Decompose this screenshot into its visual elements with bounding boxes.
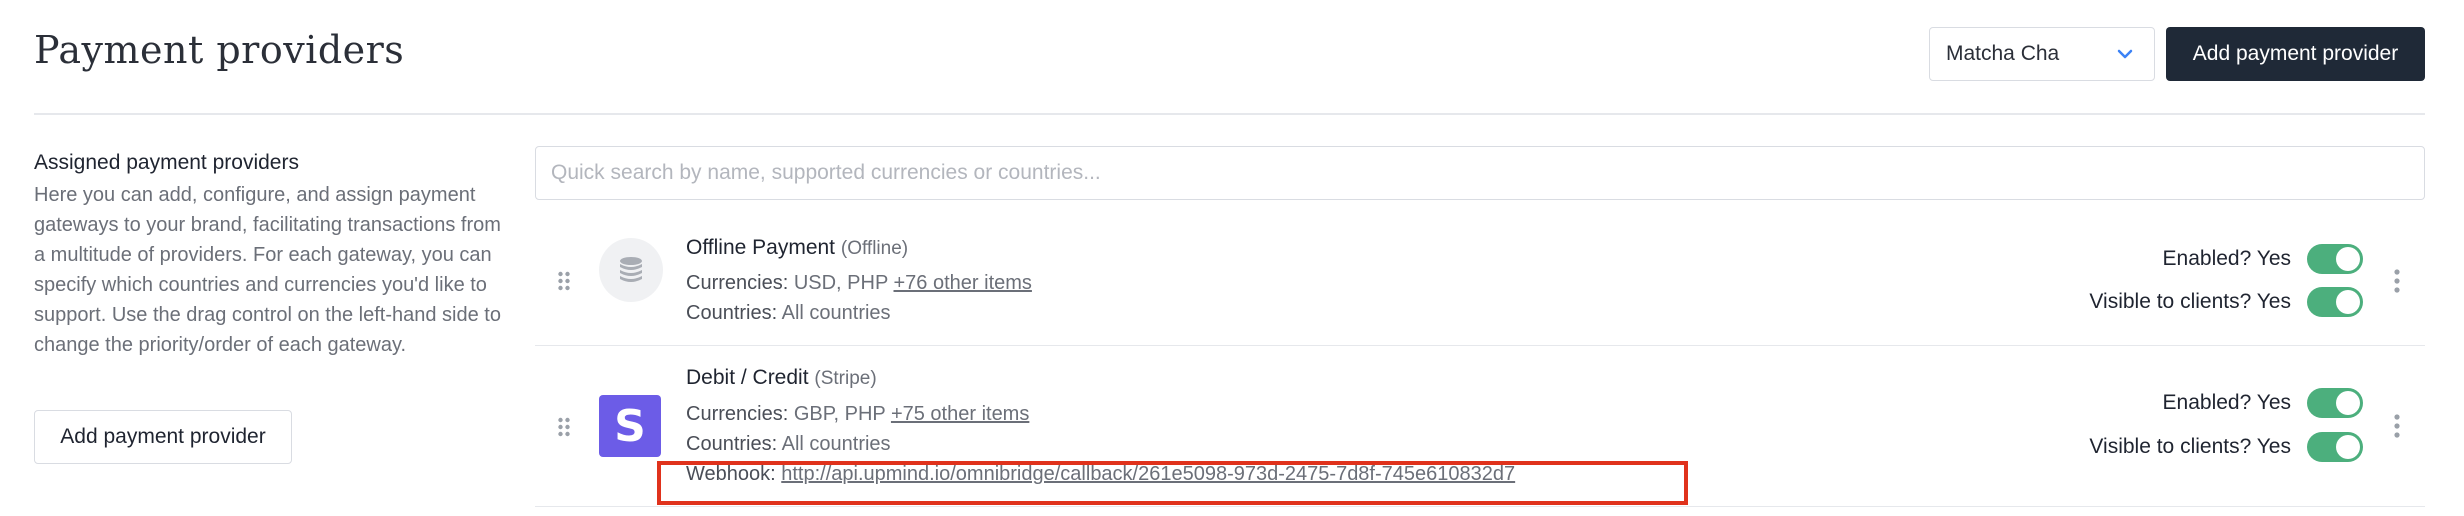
currencies-more-link[interactable]: +76 other items <box>894 272 1032 294</box>
countries-label: Countries: <box>686 433 778 455</box>
visible-toggle[interactable] <box>2307 287 2363 317</box>
more-options-icon[interactable] <box>2393 413 2401 439</box>
coins-icon-glyph <box>620 257 642 282</box>
currencies-more-link[interactable]: +75 other items <box>891 403 1029 425</box>
provider-type: (Stripe) <box>814 368 877 389</box>
add-payment-provider-button[interactable]: Add payment provider <box>2166 27 2425 81</box>
provider-currencies: Currencies: USD, PHP +76 other items <box>686 272 1032 295</box>
provider-name-text: Offline Payment <box>686 236 836 259</box>
stripe-logo-icon: S <box>599 395 661 457</box>
add-payment-provider-side-button[interactable]: Add payment provider <box>34 410 292 464</box>
provider-name-text: Debit / Credit <box>686 366 809 389</box>
coins-icon <box>599 238 663 302</box>
webhook-highlight-box <box>657 461 1688 505</box>
section-description: Here you can add, configure, and assign … <box>34 184 501 356</box>
drag-handle-icon[interactable] <box>557 270 571 292</box>
provider-countries: Countries: All countries <box>686 433 891 456</box>
provider-name: Offline Payment (Offline) <box>686 236 908 260</box>
currencies-label: Currencies: <box>686 403 789 425</box>
provider-type: (Offline) <box>840 238 909 259</box>
visible-label: Visible to clients? Yes <box>2089 290 2291 313</box>
currencies-label: Currencies: <box>686 272 789 294</box>
brand-select-value: Matcha Cha <box>1946 42 2060 65</box>
enabled-toggle[interactable] <box>2307 388 2363 418</box>
provider-name: Debit / Credit (Stripe) <box>686 366 877 390</box>
brand-select[interactable]: Matcha Cha <box>1929 27 2155 81</box>
countries-value: All countries <box>781 302 891 324</box>
search-input[interactable] <box>535 146 2425 200</box>
more-options-icon[interactable] <box>2393 268 2401 294</box>
visible-label: Visible to clients? Yes <box>2089 435 2291 458</box>
drag-handle-icon[interactable] <box>557 416 571 438</box>
provider-currencies: Currencies: GBP, PHP +75 other items <box>686 403 1029 426</box>
header-divider <box>34 113 2425 115</box>
page-title: Payment providers <box>34 28 405 72</box>
provider-countries: Countries: All countries <box>686 302 891 325</box>
enabled-label: Enabled? Yes <box>2162 391 2291 414</box>
section-heading: Assigned payment providers <box>34 151 299 174</box>
chevron-down-icon <box>2117 49 2133 59</box>
countries-label: Countries: <box>686 302 778 324</box>
enabled-toggle[interactable] <box>2307 244 2363 274</box>
currencies-value: USD, PHP <box>793 272 888 294</box>
enabled-label: Enabled? Yes <box>2162 247 2291 270</box>
countries-value: All countries <box>781 433 891 455</box>
provider-row: Offline Payment (Offline) Currencies: US… <box>535 218 2425 346</box>
visible-toggle[interactable] <box>2307 432 2363 462</box>
currencies-value: GBP, PHP <box>793 403 886 425</box>
